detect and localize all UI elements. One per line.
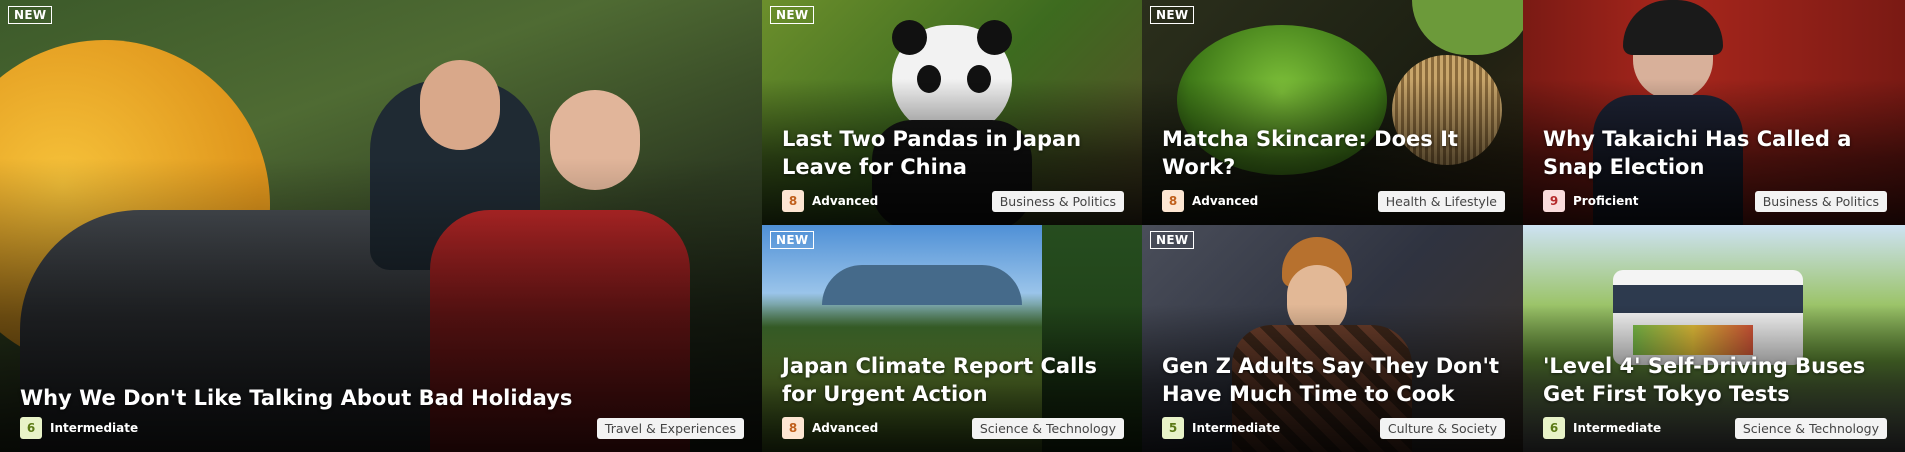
- article-meta: 9 Proficient Business & Politics: [1543, 189, 1887, 213]
- category-tag[interactable]: Business & Politics: [991, 190, 1124, 212]
- article-title[interactable]: Why Takaichi Has Called a Snap Election: [1543, 125, 1887, 181]
- article-grid: NEW Why We Don't Like Talking About Bad …: [0, 0, 1905, 452]
- article-meta: 8 Advanced Science & Technology: [782, 416, 1124, 440]
- article-title[interactable]: Last Two Pandas in Japan Leave for China: [782, 125, 1124, 181]
- new-badge: NEW: [8, 6, 53, 24]
- article-card-gen-z[interactable]: NEW Gen Z Adults Say They Don't Have Muc…: [1142, 225, 1523, 452]
- article-card-takaichi[interactable]: Why Takaichi Has Called a Snap Election …: [1523, 0, 1905, 225]
- level-number: 6: [20, 417, 42, 439]
- article-title[interactable]: Matcha Skincare: Does It Work?: [1162, 125, 1505, 181]
- level-number: 5: [1162, 417, 1184, 439]
- category-tag[interactable]: Culture & Society: [1379, 417, 1505, 439]
- level-number: 8: [782, 417, 804, 439]
- article-card-pandas[interactable]: NEW Last Two Pandas in Japan Leave for C…: [762, 0, 1142, 225]
- level-number: 9: [1543, 190, 1565, 212]
- level-label: Proficient: [1573, 194, 1639, 208]
- article-card-buses[interactable]: 'Level 4' Self-Driving Buses Get First T…: [1523, 225, 1905, 452]
- level-number: 6: [1543, 417, 1565, 439]
- article-meta: 6 Intermediate Travel & Experiences: [20, 416, 744, 440]
- level-label: Advanced: [1192, 194, 1259, 208]
- level-label: Advanced: [812, 421, 879, 435]
- category-tag[interactable]: Science & Technology: [1734, 417, 1887, 439]
- article-title[interactable]: Japan Climate Report Calls for Urgent Ac…: [782, 352, 1124, 408]
- new-badge: NEW: [1150, 231, 1195, 249]
- new-badge: NEW: [1150, 6, 1195, 24]
- article-meta: 8 Advanced Business & Politics: [782, 189, 1124, 213]
- level-number: 8: [782, 190, 804, 212]
- article-card-bad-holidays[interactable]: NEW Why We Don't Like Talking About Bad …: [0, 0, 762, 452]
- category-tag[interactable]: Travel & Experiences: [596, 417, 744, 439]
- category-tag[interactable]: Health & Lifestyle: [1377, 190, 1505, 212]
- new-badge: NEW: [770, 231, 815, 249]
- level-label: Intermediate: [1192, 421, 1281, 435]
- level-number: 8: [1162, 190, 1184, 212]
- category-tag[interactable]: Science & Technology: [971, 417, 1124, 439]
- article-meta: 6 Intermediate Science & Technology: [1543, 416, 1887, 440]
- article-meta: 5 Intermediate Culture & Society: [1162, 416, 1505, 440]
- level-label: Advanced: [812, 194, 879, 208]
- new-badge: NEW: [770, 6, 815, 24]
- article-card-climate[interactable]: NEW Japan Climate Report Calls for Urgen…: [762, 225, 1142, 452]
- article-title[interactable]: 'Level 4' Self-Driving Buses Get First T…: [1543, 352, 1887, 408]
- article-meta: 8 Advanced Health & Lifestyle: [1162, 189, 1505, 213]
- category-tag[interactable]: Business & Politics: [1754, 190, 1887, 212]
- article-title[interactable]: Why We Don't Like Talking About Bad Holi…: [20, 384, 744, 412]
- article-card-matcha[interactable]: NEW Matcha Skincare: Does It Work? 8 Adv…: [1142, 0, 1523, 225]
- article-title[interactable]: Gen Z Adults Say They Don't Have Much Ti…: [1162, 352, 1505, 408]
- level-label: Intermediate: [50, 421, 139, 435]
- level-label: Intermediate: [1573, 421, 1662, 435]
